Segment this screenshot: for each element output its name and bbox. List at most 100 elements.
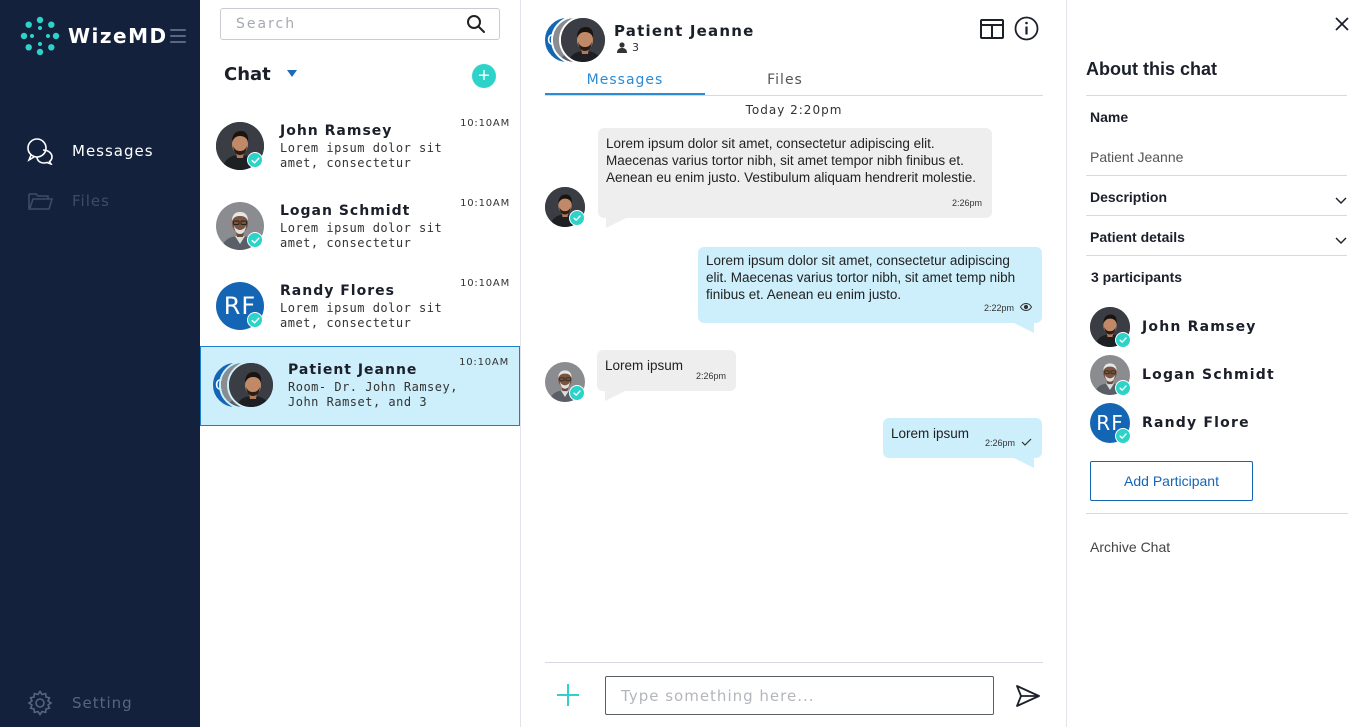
person-icon [617,42,627,53]
avatar [1090,355,1131,396]
avatar [1090,307,1131,348]
chat-name: Patient Jeanne [288,362,418,378]
menu-toggle-icon[interactable] [170,29,186,43]
verified-check-icon [247,232,263,248]
add-participant-button[interactable]: Add Participant [1090,461,1253,501]
nav-label-messages: Messages [72,142,154,160]
details-title: About this chat [1086,59,1217,79]
nav-item-setting[interactable]: Setting [26,689,133,717]
chat-preview: Lorem ipsum dolor sit amet, consectetur … [280,221,443,250]
attach-plus-icon[interactable] [556,683,580,707]
message-text: Lorem ipsum dolor sit amet, consectetur … [606,136,976,185]
nav-label-files: Files [72,192,110,210]
archive-chat-link[interactable]: Archive Chat [1090,539,1170,555]
brand[interactable]: WizeMD [20,16,168,56]
send-icon[interactable] [1015,683,1041,709]
group-avatar: G [543,16,613,66]
participant-count-value: 3 [632,41,639,54]
chat-time: 10:10AM [459,357,509,368]
add-chat-button[interactable]: + [472,64,496,88]
avatar [545,362,585,402]
split-view-icon[interactable] [979,16,1004,41]
nav-item-messages[interactable]: Messages [26,137,154,165]
chat-time: 10:10AM [460,278,510,289]
chevron-down-icon[interactable] [1335,192,1347,204]
avatar [545,187,585,227]
message-bubble: Lorem ipsum 2:26pm [883,418,1042,458]
message-time: 2:26pm [984,438,1015,448]
chat-name: John Ramsey [280,123,393,139]
chat-item-john-ramsey[interactable]: John Ramsey Lorem ipsum dolor sit amet, … [200,108,520,188]
chat-name: Randy Flores [280,283,395,299]
chat-item-patient-jeanne[interactable]: G Patient Jeanne Room- Dr. John Ramsey, … [200,346,520,426]
group-avatar: G [211,359,277,411]
tab-messages[interactable]: Messages [545,68,705,95]
chat-item-logan-schmidt[interactable]: Logan Schmidt Lorem ipsum dolor sit amet… [200,188,520,268]
participants-label: 3 participants [1091,269,1183,285]
date-divider: Today 2:20pm [745,103,843,117]
chat-details-panel: About this chat Name Patient Jeanne Desc… [1067,0,1366,727]
chat-heading: Chat [224,64,271,85]
chat-time: 10:10AM [460,118,510,129]
chat-item-randy-flores[interactable]: RF Randy Flores Lorem ipsum dolor sit am… [200,268,520,348]
message-bubble: Lorem ipsum dolor sit amet, consectetur … [698,247,1042,323]
participant-item[interactable]: RF Randy Flore [1090,402,1340,444]
message-meta: 2:26pm [952,195,982,212]
message-meta: 2:26pm [696,368,726,385]
bubble-tail [1014,458,1034,468]
wizemd-logo-icon [20,16,60,56]
nav-item-files[interactable]: Files [26,187,110,215]
avatar [216,202,264,250]
participant-item[interactable]: Logan Schmidt [1090,354,1340,396]
message-bubble: Lorem ipsum 2:26pm [597,350,736,391]
name-label: Name [1090,109,1129,125]
nav-label-setting: Setting [72,694,133,712]
verified-check-icon [569,210,585,226]
search-input[interactable] [221,9,465,39]
divider [1086,95,1347,96]
message-time: 2:26pm [695,371,726,381]
conversation-panel: G Patient Jeanne 3 Messages Files Today … [521,0,1067,727]
chevron-down-icon[interactable] [1335,232,1347,244]
message-bubble: Lorem ipsum dolor sit amet, consectetur … [598,128,992,218]
divider [1086,513,1348,514]
verified-check-icon [1115,428,1131,444]
description-label: Description [1090,189,1168,205]
participant-name: John Ramsey [1142,319,1257,335]
message-meta: 2:22pm [984,300,1033,317]
message-text: Lorem ipsum [605,358,684,373]
verified-check-icon [1115,380,1131,396]
search-icon[interactable] [465,13,487,35]
composer-divider [545,662,1043,663]
bubble-tail [606,218,626,228]
bubble-tail [1014,323,1034,333]
verified-check-icon [569,385,585,401]
message-time: 2:26pm [951,198,982,208]
avatar: RF [216,282,264,330]
folder-icon [26,187,54,215]
sidebar: WizeMD Messages Files Setting [0,0,200,727]
verified-check-icon [247,312,263,328]
info-icon[interactable] [1014,16,1039,41]
avatar: RF [1090,403,1131,444]
verified-check-icon [1115,332,1131,348]
plus-icon: + [478,65,490,87]
tab-files[interactable]: Files [705,68,865,95]
participant-name: Randy Flore [1142,415,1250,431]
participant-name: Logan Schmidt [1142,367,1275,383]
participant-item[interactable]: John Ramsey [1090,306,1340,348]
chat-time: 10:10AM [460,198,510,209]
close-icon[interactable] [1335,17,1349,31]
chat-filter-caret-icon[interactable] [287,70,297,77]
divider [1086,215,1347,216]
bubble-tail [605,391,625,401]
chat-bubbles-icon [26,137,54,165]
divider [1086,255,1347,256]
seen-eye-icon [1019,300,1033,317]
verified-check-icon [247,152,263,168]
message-input[interactable] [605,676,994,715]
brand-name: WizeMD [68,24,168,48]
search-box [220,8,500,40]
chat-preview: Lorem ipsum dolor sit amet, consectetur … [280,301,443,330]
conversation-title: Patient Jeanne [614,22,755,40]
